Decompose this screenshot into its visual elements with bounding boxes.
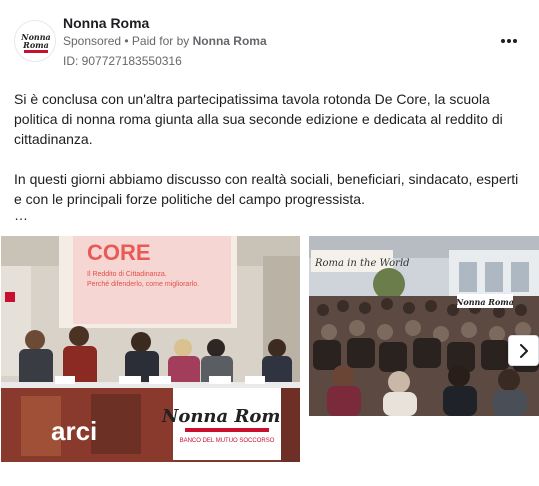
post-body-text: Si è conclusa con un'altra partecipatiss… [14,89,526,222]
nonna-roma-logo: Nonna Roma [15,21,55,61]
chevron-right-icon [519,343,528,358]
more-dot [507,39,511,43]
nonna-roma-banner-title: Nonna Roma [161,406,292,427]
arci-banner-text: arci [51,416,97,446]
wall-text: Roma in the World [314,258,410,269]
audience-photo: Roma in the World Nonna Roma [309,236,539,416]
screen-line-2: Perché difenderlo, come migliorarlo. [87,281,199,288]
post-paragraph-1: Si è conclusa con un'altra partecipatiss… [14,91,503,147]
svg-text:Roma: Roma [22,40,49,50]
more-options-button[interactable] [497,32,521,50]
sponsored-label: Sponsored [63,34,122,48]
page-avatar[interactable]: Nonna Roma [14,20,56,62]
see-more-ellipsis[interactable]: … [14,208,526,222]
paid-for-prefix: Paid for by [131,34,193,48]
carousel-photo-2[interactable]: Roma in the World Nonna Roma [309,236,539,416]
post-header: Nonna Roma Nonna Roma Sponsored • Paid f… [14,12,525,72]
carousel-photo-1[interactable]: CORE Il Reddito di Cittadinanza. Perché … [1,236,300,462]
page-name[interactable]: Nonna Roma [63,15,149,31]
more-dot [513,39,517,43]
paid-for-name: Nonna Roma [192,34,267,48]
post-paragraph-2: In questi giorni abbiamo discusso con re… [14,171,519,207]
nonna-roma-banner-subtitle: BANCO DEL MUTUO SOCCORSO [180,438,275,444]
ad-post-card: Nonna Roma Nonna Roma Sponsored • Paid f… [0,0,539,486]
screen-title: CORE [87,240,151,265]
media-carousel: CORE Il Reddito di Cittadinanza. Perché … [1,236,539,462]
conference-panel-photo: CORE Il Reddito di Cittadinanza. Perché … [1,236,300,462]
screen-line-1: Il Reddito di Cittadinanza. [87,271,167,278]
audience-crowd [309,296,539,416]
ad-id: ID: 907727183550316 [63,54,182,68]
meta-separator: • [121,34,132,48]
sponsored-meta: Sponsored • Paid for by Nonna Roma [63,34,267,48]
carousel-next-button[interactable] [508,335,539,366]
more-horizontal-icon [501,39,505,43]
audience-banner-title: Nonna Roma [455,297,514,307]
